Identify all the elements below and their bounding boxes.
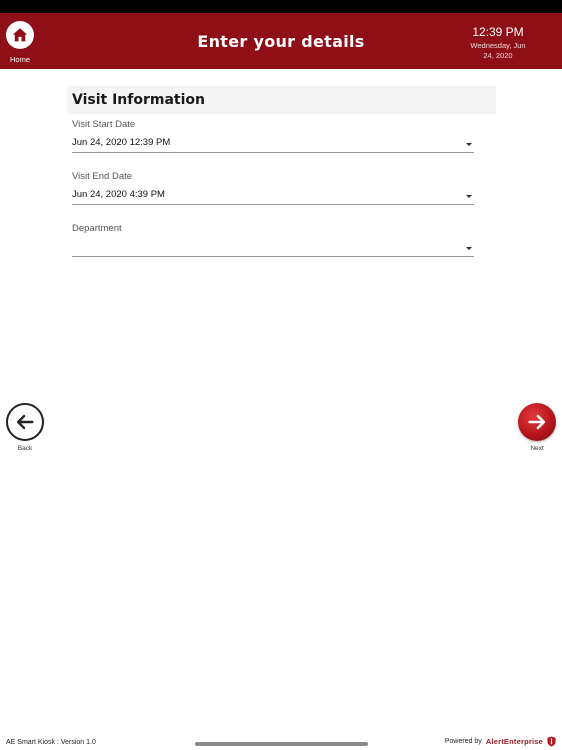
caret-down-icon <box>466 143 472 146</box>
brand-name: AlertEnterprise <box>485 737 543 746</box>
clock-date-line2: 24, 2020 <box>483 51 513 60</box>
visit-start-date-label: Visit Start Date <box>72 119 136 130</box>
version-text: AE Smart Kiosk : Version 1.0 <box>6 739 96 746</box>
back-label: Back <box>17 445 33 452</box>
shield-logo-icon <box>547 736 556 747</box>
arrow-left-icon <box>6 403 44 441</box>
arrow-right-icon <box>518 403 556 441</box>
department-label: Department <box>72 223 122 234</box>
visit-start-date-field: Visit Start Date Jun 24, 2020 12:39 PM <box>72 119 474 153</box>
visit-end-date-value: Jun 24, 2020 4:39 PM <box>72 189 165 200</box>
visit-end-date-select[interactable]: Jun 24, 2020 4:39 PM <box>72 185 474 205</box>
home-indicator[interactable] <box>195 742 368 746</box>
department-select[interactable] <box>72 237 474 257</box>
home-label: Home <box>9 55 30 64</box>
clock-time: 12:39 PM <box>472 25 524 39</box>
back-button[interactable]: Back <box>5 403 45 452</box>
department-value <box>72 237 474 240</box>
caret-down-icon <box>466 247 472 250</box>
next-button[interactable]: Next <box>517 403 557 452</box>
clock-date-line1: Wednesday, Jun <box>470 41 526 50</box>
powered-by: Powered by AlertEnterprise <box>445 736 556 747</box>
powered-by-text: Powered by <box>444 738 482 745</box>
visit-start-date-value: Jun 24, 2020 12:39 PM <box>72 137 171 148</box>
clock: 12:39 PM Wednesday, Jun 24, 2020 <box>448 25 548 61</box>
section-title: Visit Information <box>67 86 496 114</box>
visit-start-date-select[interactable]: Jun 24, 2020 12:39 PM <box>72 133 474 153</box>
visit-end-date-field: Visit End Date Jun 24, 2020 4:39 PM <box>72 171 474 205</box>
app-header: Home Enter your details 12:39 PM Wednesd… <box>0 13 562 69</box>
caret-down-icon <box>466 195 472 198</box>
department-field: Department <box>72 223 474 257</box>
status-bar <box>0 0 562 13</box>
visit-end-date-label: Visit End Date <box>72 171 133 182</box>
next-label: Next <box>530 445 544 452</box>
